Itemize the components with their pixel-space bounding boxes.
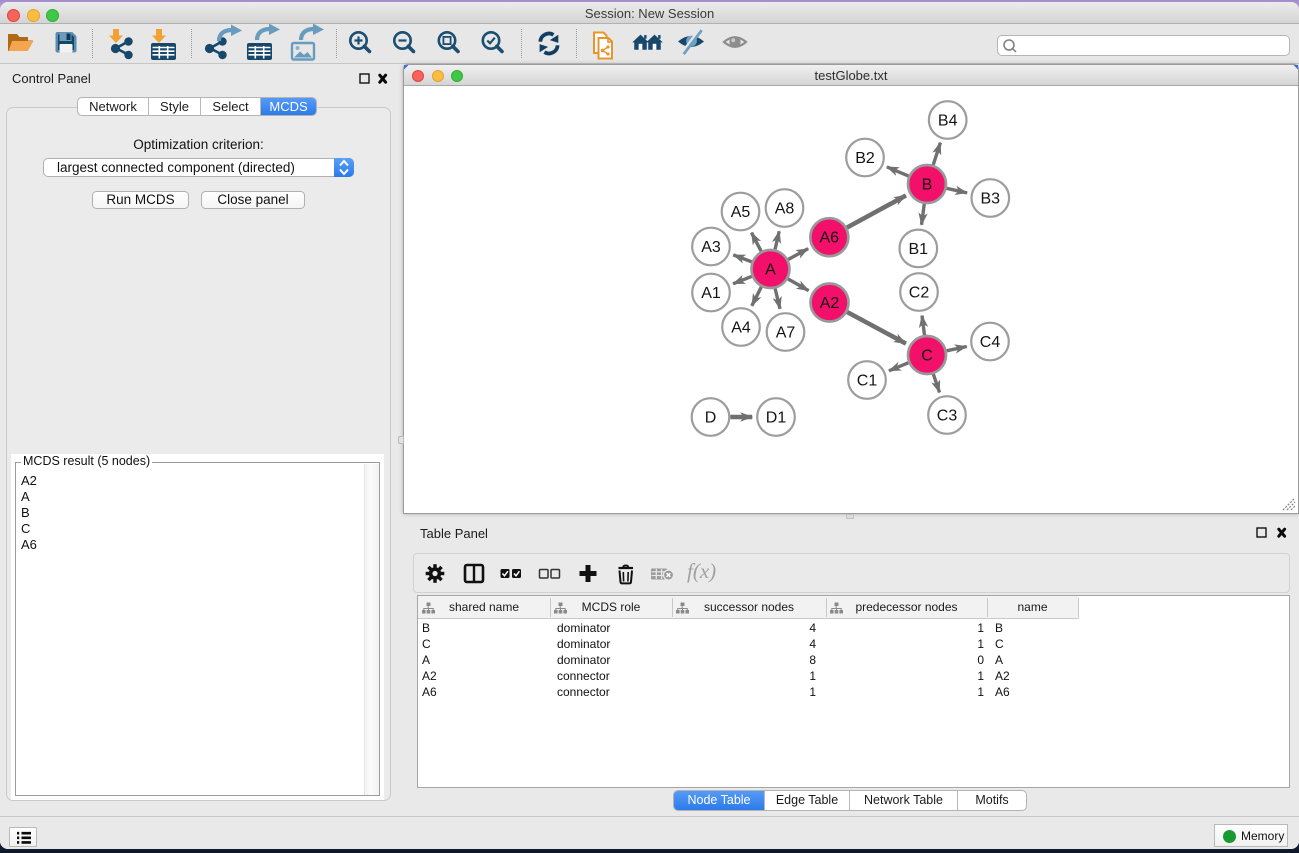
svg-text:A4: A4 [731,320,751,337]
svg-text:A2: A2 [820,295,840,312]
svg-text:B2: B2 [855,150,875,167]
svg-text:D1: D1 [766,410,787,427]
svg-text:B3: B3 [981,191,1001,208]
svg-text:A1: A1 [701,285,721,302]
svg-text:B1: B1 [909,241,929,258]
svg-text:D: D [705,410,717,427]
svg-text:A: A [765,262,776,279]
svg-text:A7: A7 [776,325,796,342]
svg-text:A8: A8 [775,201,795,218]
svg-text:A3: A3 [701,239,721,256]
svg-text:A5: A5 [731,204,751,221]
svg-text:B: B [922,177,933,194]
svg-text:C4: C4 [980,334,1001,351]
svg-text:C2: C2 [909,285,930,302]
svg-text:C: C [921,348,933,365]
svg-text:A6: A6 [820,230,840,247]
svg-text:C3: C3 [937,408,958,425]
svg-text:B4: B4 [938,113,958,130]
svg-text:C1: C1 [857,373,878,390]
